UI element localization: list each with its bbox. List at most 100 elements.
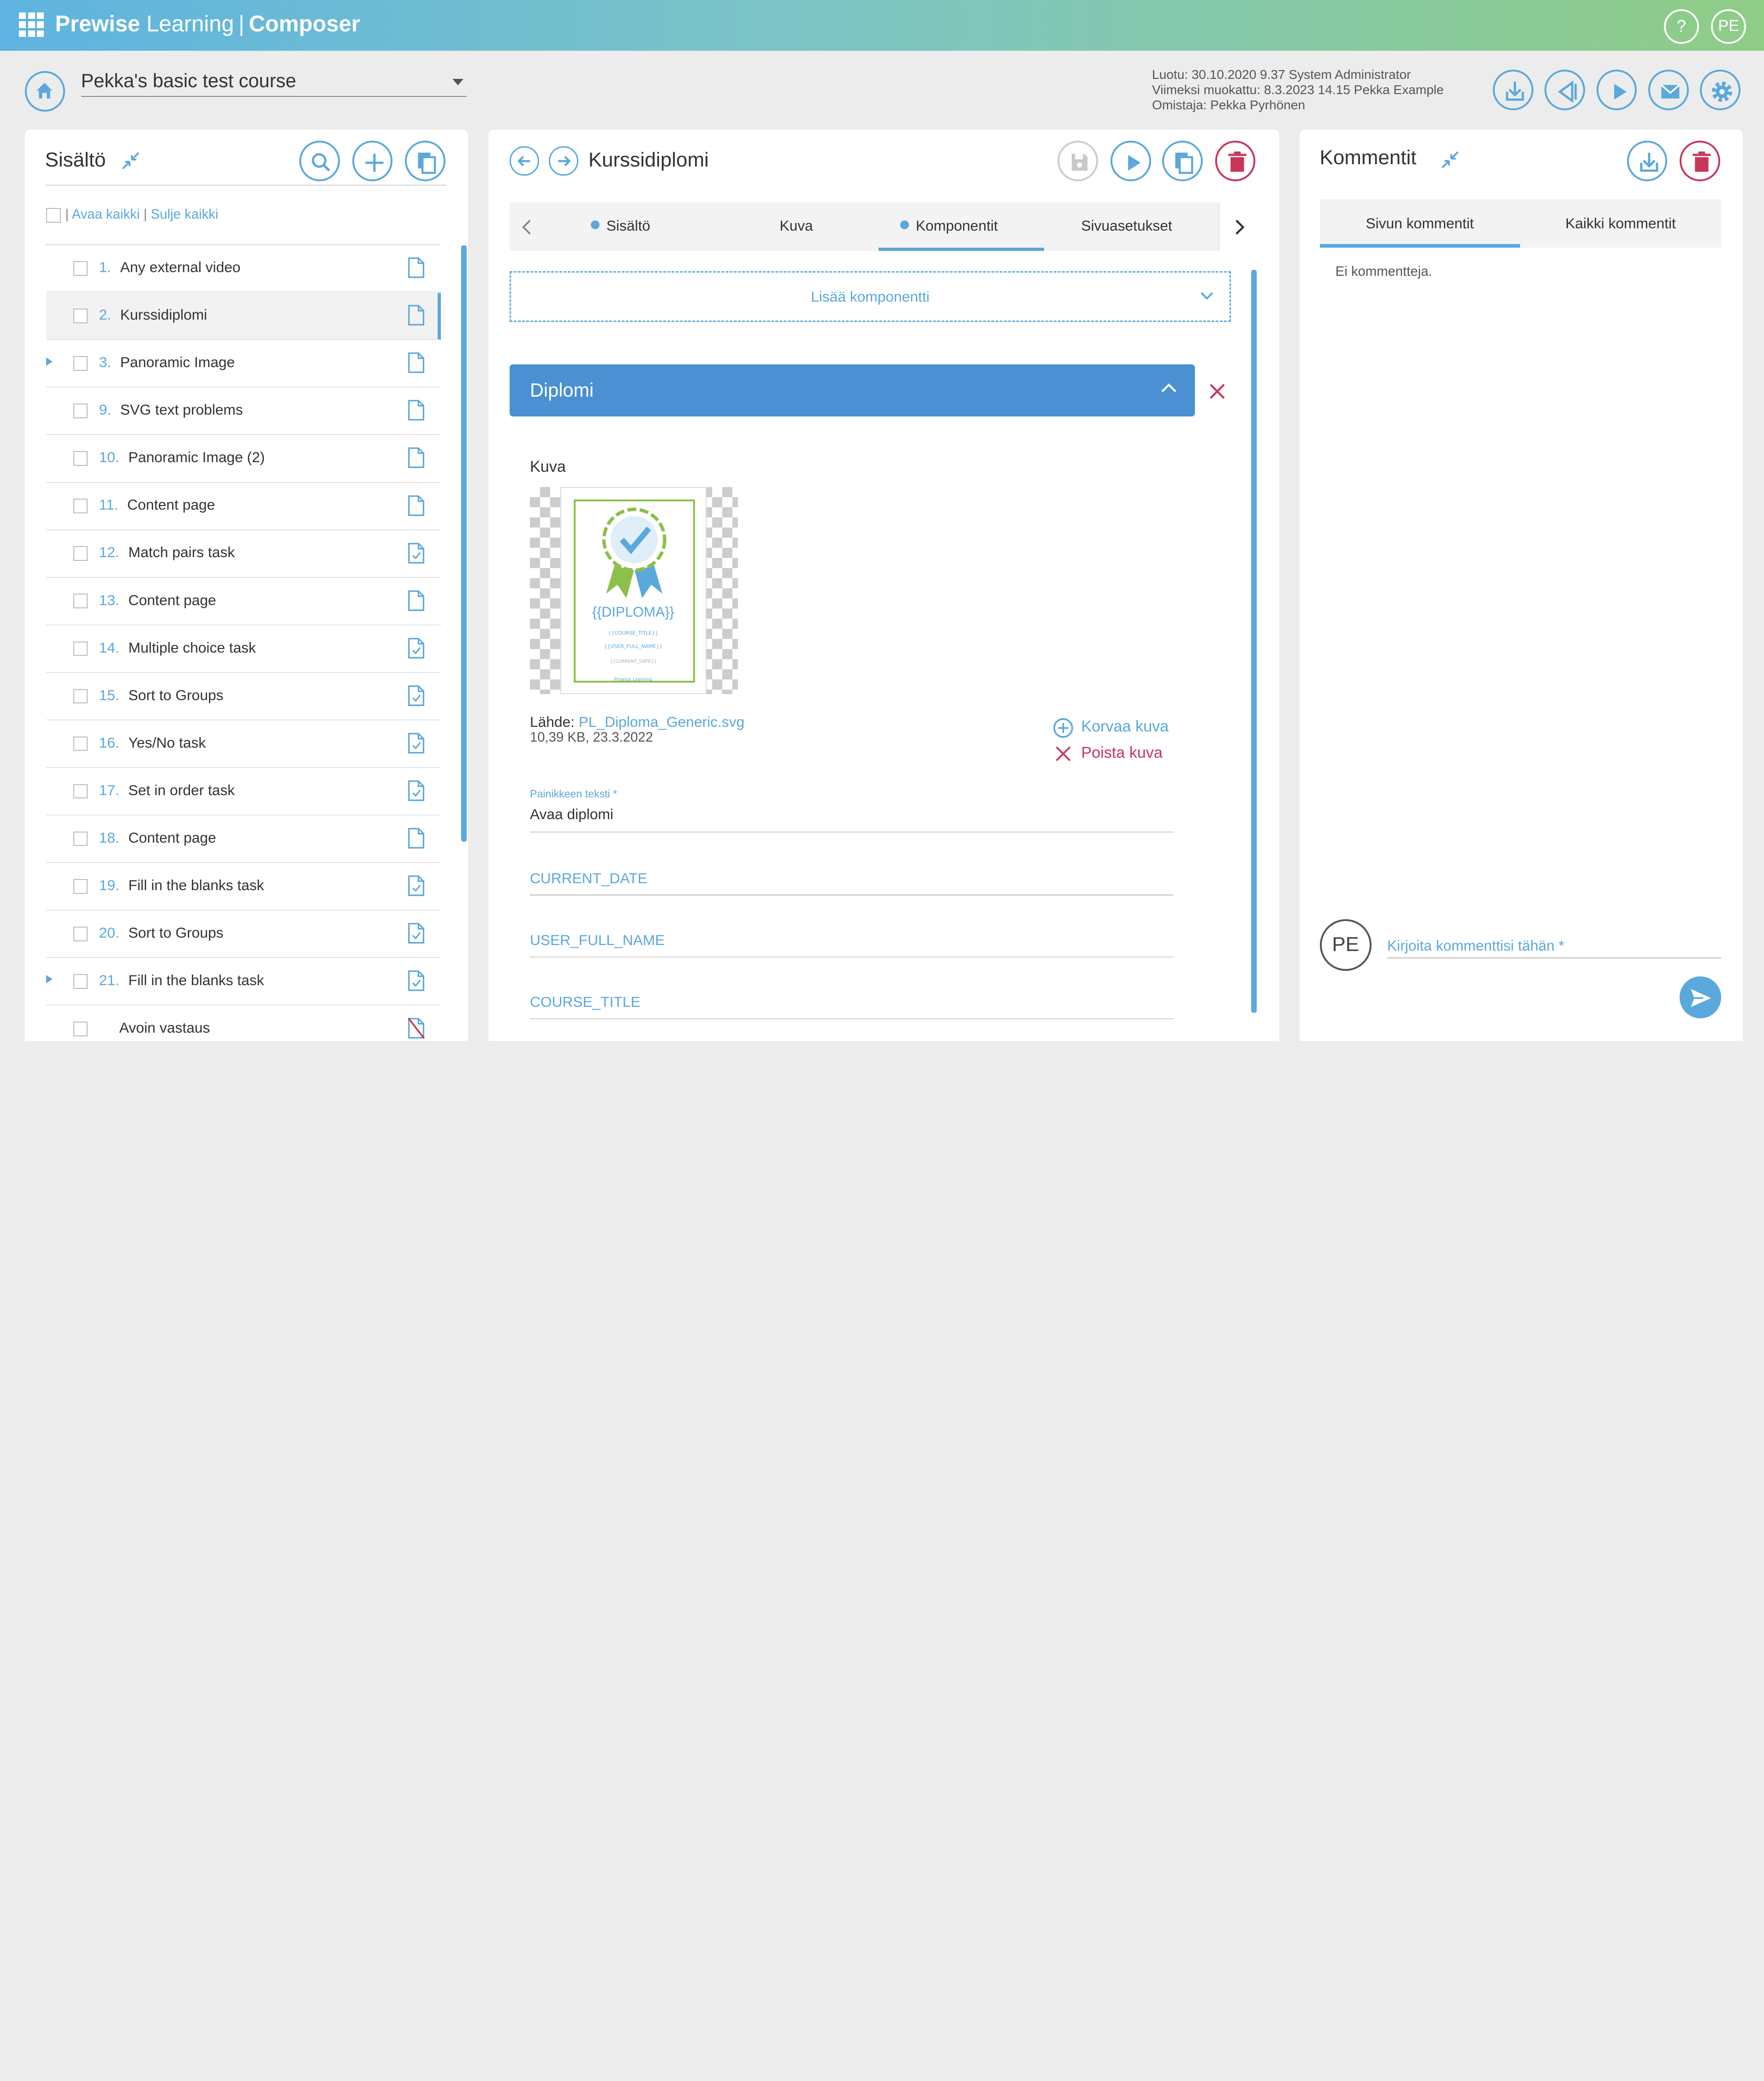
next-page-button[interactable] bbox=[549, 146, 578, 176]
chevron-down-icon bbox=[452, 78, 464, 85]
list-item-checkbox[interactable] bbox=[73, 831, 88, 846]
list-item[interactable]: 13. Content page bbox=[46, 578, 441, 625]
scrollbar[interactable] bbox=[461, 245, 467, 842]
tab-all-comments[interactable]: Kaikki kommentit bbox=[1520, 199, 1722, 248]
list-item-checkbox[interactable] bbox=[73, 546, 88, 561]
list-item-label: 2. Kurssidiplomi bbox=[99, 306, 208, 323]
save-button[interactable] bbox=[1057, 140, 1098, 181]
list-item-checkbox[interactable] bbox=[73, 309, 88, 323]
select-all-checkbox[interactable] bbox=[46, 208, 61, 223]
component-header[interactable]: Diplomi bbox=[510, 364, 1195, 416]
duplicate-page-button[interactable] bbox=[1162, 140, 1203, 181]
publish-button[interactable] bbox=[1544, 70, 1586, 111]
home-button[interactable] bbox=[24, 71, 65, 112]
list-item[interactable]: 18. Content page bbox=[46, 816, 441, 863]
preview-page-button[interactable] bbox=[1110, 140, 1151, 181]
field-current-date[interactable]: CURRENT_DATE bbox=[530, 870, 647, 887]
page-title: Kurssidiplomi bbox=[588, 149, 709, 171]
list-item[interactable]: 9. SVG text problems bbox=[46, 388, 441, 435]
list-item[interactable]: 17. Set in order task bbox=[46, 768, 441, 816]
close-component-icon[interactable] bbox=[1208, 382, 1226, 400]
collapse-panel-icon[interactable] bbox=[119, 149, 142, 172]
settings-button[interactable] bbox=[1700, 70, 1740, 111]
list-item-label: 14. Multiple choice task bbox=[99, 639, 256, 656]
list-item-checkbox[interactable] bbox=[73, 926, 88, 941]
preview-button[interactable] bbox=[1596, 70, 1637, 111]
list-item-checkbox[interactable] bbox=[73, 499, 88, 513]
list-item-checkbox[interactable] bbox=[73, 451, 88, 466]
tabs-scroll-left-icon[interactable] bbox=[519, 218, 535, 236]
delete-page-button[interactable] bbox=[1215, 140, 1256, 181]
list-item-checkbox[interactable] bbox=[73, 641, 88, 656]
tab-page-settings[interactable]: Sivuasetukset bbox=[1081, 217, 1172, 234]
list-item[interactable]: 20. Sort to Groups bbox=[46, 911, 441, 958]
list-item-text: SVG text problems bbox=[120, 401, 243, 418]
scrollbar[interactable] bbox=[1251, 270, 1257, 1013]
diploma-heading: {{DIPLOMA}} bbox=[592, 604, 674, 620]
list-item[interactable]: 21. Fill in the blanks task bbox=[46, 958, 441, 1006]
course-select[interactable]: Pekka's basic test course bbox=[81, 70, 467, 97]
list-item[interactable]: 11. Content page bbox=[46, 483, 441, 530]
list-item-checkbox[interactable] bbox=[73, 974, 88, 989]
list-item-label: 19. Fill in the blanks task bbox=[99, 877, 264, 894]
list-item[interactable]: 12. Match pairs task bbox=[46, 530, 441, 578]
diploma-image: {{DIPLOMA}} {{COURSE_TITLE}} {{USER_FULL… bbox=[560, 487, 707, 695]
add-component-dropdown[interactable]: Lisää komponentti bbox=[510, 271, 1231, 322]
list-item-text: Multiple choice task bbox=[128, 639, 256, 656]
apps-grid-icon[interactable] bbox=[19, 12, 44, 37]
search-button[interactable] bbox=[299, 140, 340, 181]
list-item[interactable]: 15. Sort to Groups bbox=[46, 673, 441, 720]
field-course-title[interactable]: COURSE_TITLE bbox=[530, 993, 641, 1011]
expand-arrow-icon[interactable] bbox=[46, 357, 53, 366]
page-icon bbox=[408, 352, 425, 374]
prev-page-button[interactable] bbox=[510, 146, 539, 176]
list-item-checkbox[interactable] bbox=[73, 261, 88, 276]
tab-image[interactable]: Kuva bbox=[780, 217, 813, 234]
list-item-number: 11. bbox=[99, 496, 119, 513]
button-text-input[interactable]: Avaa diplomi bbox=[530, 806, 613, 823]
arrow-left-icon bbox=[517, 156, 530, 166]
list-item-label: Avoin vastaus bbox=[110, 1019, 210, 1036]
collapse-panel-icon[interactable] bbox=[1439, 149, 1461, 171]
arrow-right-icon bbox=[558, 156, 571, 166]
tab-page-comments[interactable]: Sivun kommentit bbox=[1320, 199, 1520, 248]
add-component-label: Lisää komponentti bbox=[811, 288, 930, 305]
tabs-scroll-right[interactable] bbox=[1218, 202, 1258, 251]
list-item-checkbox[interactable] bbox=[73, 404, 88, 418]
list-item[interactable]: 10. Panoramic Image (2) bbox=[46, 435, 441, 483]
tab-content[interactable]: Sisältö bbox=[590, 217, 650, 234]
copy-page-button[interactable] bbox=[405, 140, 446, 181]
list-item[interactable]: Avoin vastaus bbox=[46, 1006, 441, 1041]
open-all-link[interactable]: Avaa kaikki bbox=[72, 207, 140, 222]
list-item[interactable]: 19. Fill in the blanks task bbox=[46, 863, 441, 911]
close-all-link[interactable]: Sulje kaikki bbox=[151, 207, 218, 222]
list-item-checkbox[interactable] bbox=[73, 594, 88, 609]
help-button[interactable]: ? bbox=[1664, 9, 1699, 44]
chevron-up-icon bbox=[1161, 383, 1176, 392]
task-page-icon bbox=[408, 923, 425, 944]
send-icon bbox=[1691, 989, 1711, 1007]
list-item[interactable]: 2. Kurssidiplomi bbox=[46, 292, 441, 340]
field-user-full-name[interactable]: USER_FULL_NAME bbox=[530, 932, 665, 949]
delete-comments-button[interactable] bbox=[1680, 140, 1720, 181]
download-button[interactable] bbox=[1493, 70, 1534, 111]
comment-input[interactable]: Kirjoita kommenttisi tähän * bbox=[1387, 937, 1564, 954]
source-file-link[interactable]: PL_Diploma_Generic.svg bbox=[579, 713, 744, 730]
add-page-button[interactable] bbox=[352, 140, 393, 181]
list-item-checkbox[interactable] bbox=[73, 736, 88, 751]
message-button[interactable] bbox=[1648, 70, 1689, 111]
expand-arrow-icon[interactable] bbox=[46, 975, 53, 984]
send-comment-button[interactable] bbox=[1680, 976, 1722, 1018]
list-item[interactable]: 14. Multiple choice task bbox=[46, 625, 441, 673]
list-item-checkbox[interactable] bbox=[73, 784, 88, 799]
user-avatar-button[interactable]: PE bbox=[1711, 9, 1746, 44]
list-item-checkbox[interactable] bbox=[73, 1022, 88, 1036]
download-comments-button[interactable] bbox=[1627, 140, 1668, 181]
list-item-checkbox[interactable] bbox=[73, 356, 88, 371]
list-item-checkbox[interactable] bbox=[73, 879, 88, 894]
list-item[interactable]: 16. Yes/No task bbox=[46, 720, 441, 768]
list-item[interactable]: 1. Any external video bbox=[46, 245, 441, 293]
list-item-checkbox[interactable] bbox=[73, 689, 88, 704]
list-item[interactable]: 3. Panoramic Image bbox=[46, 340, 441, 388]
tab-components[interactable]: Komponentit bbox=[900, 217, 998, 234]
